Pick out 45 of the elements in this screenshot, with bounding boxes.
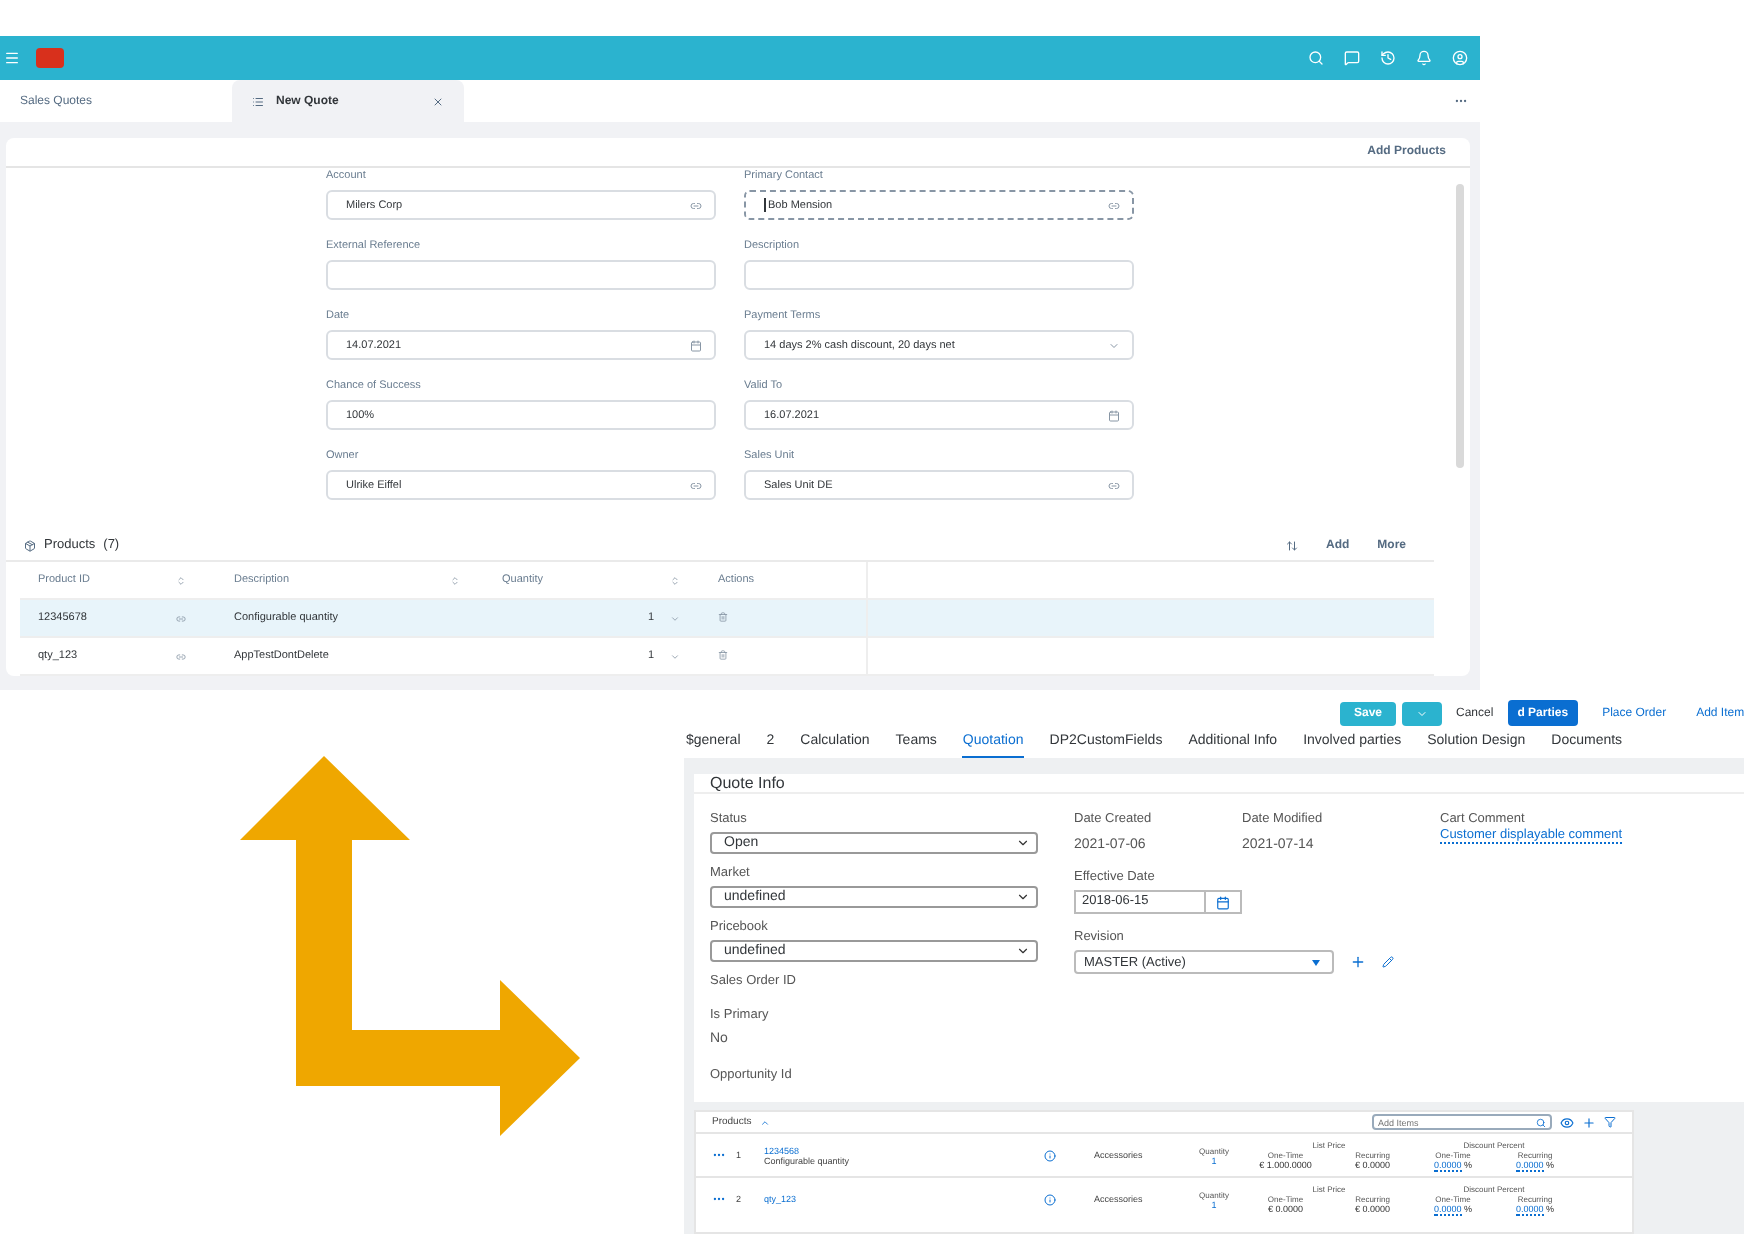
chevron-down-icon <box>1016 944 1030 958</box>
plus-icon[interactable] <box>1350 954 1366 970</box>
link-icon[interactable] <box>690 479 702 491</box>
trash-icon[interactable] <box>718 649 728 659</box>
list-icon <box>252 95 264 107</box>
link-icon[interactable] <box>690 199 702 211</box>
search-icon[interactable] <box>1308 50 1324 66</box>
link-icon[interactable] <box>1108 199 1120 211</box>
info-icon[interactable] <box>1044 1193 1056 1205</box>
more-icon[interactable] <box>712 1192 726 1206</box>
plus-icon[interactable] <box>1582 1115 1596 1129</box>
more-icon[interactable] <box>712 1148 726 1162</box>
calendar-icon[interactable] <box>1216 895 1230 909</box>
link-icon[interactable] <box>176 613 186 623</box>
link-icon[interactable] <box>176 651 186 661</box>
trash-icon[interactable] <box>718 611 728 621</box>
close-icon[interactable] <box>432 95 444 107</box>
calendar-icon[interactable] <box>690 339 702 351</box>
eye-icon[interactable] <box>1560 1115 1574 1129</box>
search-icon <box>1536 1117 1546 1127</box>
link-icon[interactable] <box>1108 479 1120 491</box>
card-title: Quote Info <box>710 774 785 792</box>
chat-icon[interactable] <box>1344 50 1360 66</box>
calendar-icon[interactable] <box>1108 409 1120 421</box>
chevron-down-icon[interactable] <box>670 613 680 623</box>
more-icon[interactable] <box>1454 94 1468 108</box>
history-icon[interactable] <box>1380 50 1396 66</box>
chevron-down-icon <box>1016 836 1030 850</box>
filter-icon[interactable] <box>1604 1116 1616 1128</box>
chevron-down-icon <box>1416 707 1429 719</box>
save-menu-button[interactable] <box>1402 701 1443 725</box>
sort-icon[interactable] <box>1285 539 1298 551</box>
menu-icon[interactable] <box>4 50 20 66</box>
input-field[interactable] <box>744 260 1134 290</box>
logo-icon <box>36 48 64 68</box>
pencil-icon[interactable] <box>1382 956 1394 968</box>
info-icon[interactable] <box>1044 1149 1056 1161</box>
chevron-up-icon[interactable] <box>759 1117 770 1127</box>
chevron-down-icon[interactable] <box>1108 339 1120 351</box>
bell-icon[interactable] <box>1416 50 1432 66</box>
chevron-down-icon <box>1016 890 1030 904</box>
box-icon <box>24 539 36 551</box>
chevron-down-icon[interactable] <box>670 651 680 661</box>
user-icon[interactable] <box>1452 50 1468 66</box>
input-field[interactable] <box>326 260 716 290</box>
